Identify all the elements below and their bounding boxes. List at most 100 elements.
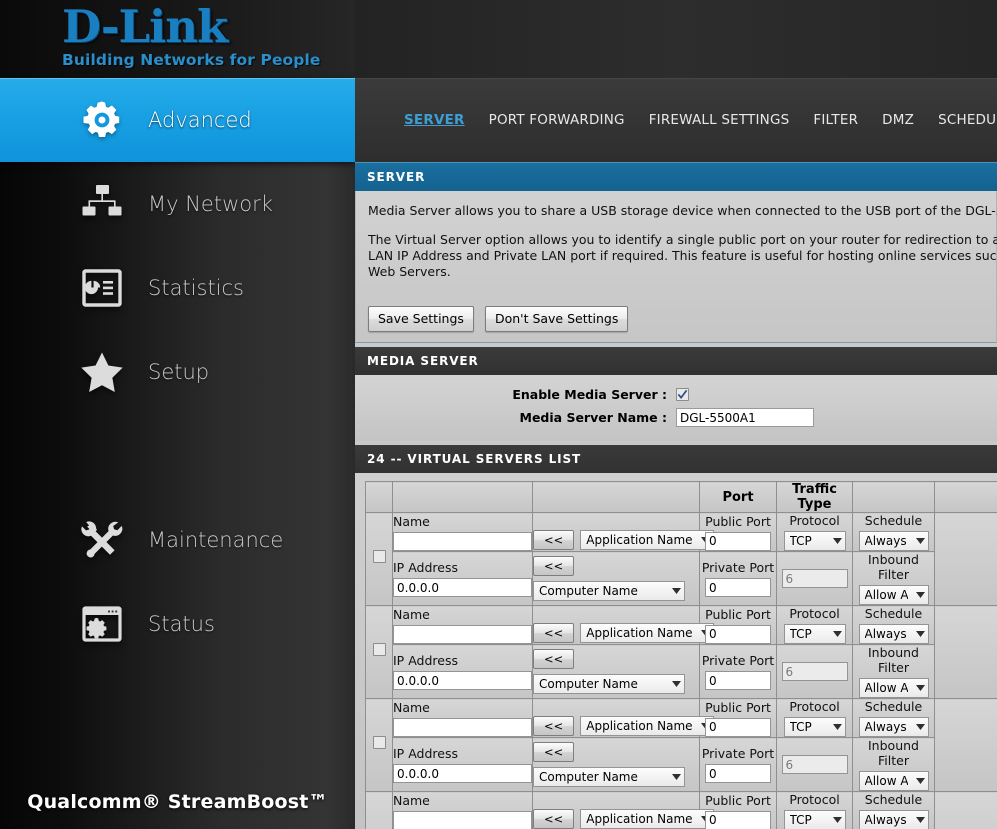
row-overflow-cell xyxy=(934,698,997,792)
inbound-filter-select[interactable]: Allow All xyxy=(858,585,929,605)
public-port-input[interactable] xyxy=(705,624,771,644)
sidebar-item-label: Maintenance xyxy=(148,528,284,552)
sidebar-item-my-network[interactable]: My Network xyxy=(0,162,355,246)
header-cell-blank-2 xyxy=(392,481,533,513)
schedule-select[interactable]: Always xyxy=(858,624,929,644)
sidebar-item-advanced[interactable]: Advanced xyxy=(0,78,355,162)
row-enable-checkbox[interactable] xyxy=(372,550,386,563)
inbound-filter-label: Inbound Filter xyxy=(868,645,919,675)
status-window-icon xyxy=(70,606,134,642)
chevron-down-icon xyxy=(915,631,925,637)
table-row: Name << Application Name Public Port Pro… xyxy=(365,698,997,792)
row-public-port-cell: Public Port xyxy=(699,605,777,645)
protocol-select[interactable]: TCP xyxy=(783,531,846,551)
public-port-input[interactable] xyxy=(705,717,771,737)
tab-bar: SERVER PORT FORWARDING FIREWALL SETTINGS… xyxy=(355,78,997,162)
enable-media-server-checkbox[interactable] xyxy=(676,388,689,401)
virtual-servers-rows: Name << Application Name Public Port Pro… xyxy=(365,512,997,829)
row-schedule-cell: Schedule Always xyxy=(852,698,935,738)
row-computer-cell: << Computer Name xyxy=(532,551,700,606)
name-input[interactable] xyxy=(393,717,532,737)
public-port-input[interactable] xyxy=(705,810,771,829)
protocol-select[interactable]: TCP xyxy=(783,624,846,644)
copy-computer-button[interactable]: << xyxy=(533,649,575,669)
name-input[interactable] xyxy=(393,531,532,551)
save-settings-button[interactable]: Save Settings xyxy=(368,306,474,332)
tab-server[interactable]: SERVER xyxy=(404,108,465,132)
dlink-logo-text: D-Link xyxy=(62,0,228,53)
sidebar-item-setup[interactable]: Setup xyxy=(0,330,355,414)
media-server-panel: MEDIA SERVER Enable Media Server : Media… xyxy=(355,347,997,441)
schedule-select-value: Always xyxy=(864,627,907,641)
name-input[interactable] xyxy=(393,624,532,644)
ip-address-label: IP Address xyxy=(393,560,458,575)
copy-computer-button[interactable]: << xyxy=(533,556,575,576)
computer-name-select[interactable]: Computer Name xyxy=(533,767,685,787)
tab-dmz[interactable]: DMZ xyxy=(882,108,914,132)
ip-address-input[interactable] xyxy=(393,764,532,783)
private-port-input[interactable] xyxy=(705,578,771,597)
protocol-select-value: TCP xyxy=(789,813,812,827)
sidebar-item-maintenance[interactable]: Maintenance xyxy=(0,498,355,582)
tab-firewall-settings[interactable]: FIREWALL SETTINGS xyxy=(649,108,790,132)
tab-filter[interactable]: FILTER xyxy=(813,108,858,132)
row-name-cell: Name xyxy=(392,512,533,552)
traffic-number-input[interactable] xyxy=(781,755,848,774)
dont-save-settings-button[interactable]: Don't Save Settings xyxy=(484,306,629,332)
copy-application-button[interactable]: << xyxy=(533,809,575,829)
copy-computer-button[interactable]: << xyxy=(533,742,575,762)
row-public-port-cell: Public Port xyxy=(699,698,777,738)
schedule-select[interactable]: Always xyxy=(858,531,929,551)
schedule-select[interactable]: Always xyxy=(858,810,929,829)
name-input[interactable] xyxy=(393,810,532,829)
computer-name-select[interactable]: Computer Name xyxy=(533,581,685,601)
traffic-number-input[interactable] xyxy=(781,569,848,588)
sidebar-item-statistics[interactable]: Statistics xyxy=(0,246,355,330)
tab-schedules[interactable]: SCHEDULES xyxy=(938,108,997,132)
row-enable-checkbox[interactable] xyxy=(372,643,386,656)
private-port-input[interactable] xyxy=(705,764,771,783)
application-name-select[interactable]: Application Name xyxy=(580,809,714,829)
inbound-filter-label: Inbound Filter xyxy=(868,738,919,768)
application-name-select[interactable]: Application Name xyxy=(580,530,714,550)
copy-application-button[interactable]: << xyxy=(533,716,575,736)
protocol-select[interactable]: TCP xyxy=(783,717,846,737)
inbound-filter-select[interactable]: Allow All xyxy=(858,678,929,698)
traffic-number-input[interactable] xyxy=(781,662,848,681)
name-label: Name xyxy=(393,792,430,808)
computer-name-select[interactable]: Computer Name xyxy=(533,674,685,694)
private-port-input[interactable] xyxy=(705,671,771,690)
schedule-select[interactable]: Always xyxy=(858,717,929,737)
main-area: SERVER PORT FORWARDING FIREWALL SETTINGS… xyxy=(355,0,997,829)
application-name-select[interactable]: Application Name xyxy=(580,716,714,736)
tab-port-forwarding[interactable]: PORT FORWARDING xyxy=(489,108,625,132)
chevron-down-icon xyxy=(672,588,681,594)
application-name-select[interactable]: Application Name xyxy=(580,623,714,643)
protocol-select[interactable]: TCP xyxy=(783,810,846,829)
public-port-input[interactable] xyxy=(705,531,771,551)
row-ip-cell: IP Address xyxy=(392,551,533,606)
media-server-name-input[interactable] xyxy=(676,408,814,427)
sidebar-item-label: Status xyxy=(148,612,215,636)
inbound-filter-select[interactable]: Allow All xyxy=(858,771,929,791)
row-select-cell xyxy=(365,512,393,606)
sidebar-item-label: Setup xyxy=(148,360,210,384)
sidebar-item-status[interactable]: Status xyxy=(0,582,355,666)
public-port-label: Public Port xyxy=(705,606,771,622)
row-ip-cell: IP Address xyxy=(392,644,533,699)
ip-address-input[interactable] xyxy=(393,671,532,690)
chevron-down-icon xyxy=(915,685,925,691)
media-server-panel-title: MEDIA SERVER xyxy=(355,347,997,375)
application-name-select-value: Application Name xyxy=(586,626,693,640)
chevron-down-icon xyxy=(832,538,842,544)
checkmark-icon xyxy=(677,389,688,399)
copy-application-button[interactable]: << xyxy=(533,530,575,550)
inbound-filter-select-value: Allow All xyxy=(864,774,908,788)
copy-application-button[interactable]: << xyxy=(533,623,575,643)
ip-address-input[interactable] xyxy=(393,578,532,597)
chevron-down-icon xyxy=(915,592,925,598)
schedule-label: Schedule xyxy=(864,699,923,714)
application-name-select-value: Application Name xyxy=(586,719,693,733)
row-enable-checkbox[interactable] xyxy=(372,736,386,749)
